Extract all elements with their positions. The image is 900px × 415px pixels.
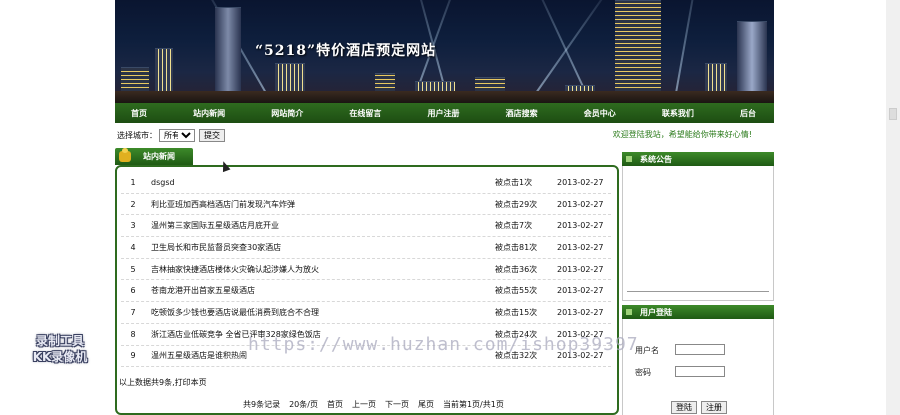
pager-total: 共9条记录	[243, 400, 281, 409]
pager-last-link[interactable]: 尾页	[418, 399, 434, 410]
news-title-link[interactable]: 苍南龙港开出首家五星级酒店	[145, 285, 495, 296]
table-row: 4 卫生局长和市民监督员突查30家酒店 被点击81次 2013-02-27	[121, 237, 611, 259]
click-count: 被点击1次	[495, 177, 533, 187]
news-date: 2013-02-27	[557, 177, 604, 187]
news-title-link[interactable]: 吉林抽家快捷酒店楼体火灾确认起涉嫌人为放火	[145, 264, 495, 275]
row-number: 7	[130, 307, 136, 317]
login-title: 用户登陆	[640, 307, 672, 317]
password-field[interactable]	[675, 366, 725, 377]
news-date: 2013-02-27	[557, 286, 604, 296]
row-number: 6	[130, 286, 136, 296]
url-watermark: https://www.huzhan.com/ishop39397	[248, 334, 639, 355]
nav-item-register[interactable]: 用户注册	[428, 108, 460, 119]
click-count: 被点击81次	[495, 242, 538, 252]
submit-button[interactable]: 提交	[199, 128, 225, 142]
row-number: 2	[130, 199, 136, 209]
table-row: 5 吉林抽家快捷酒店楼体火灾确认起涉嫌人为放火 被点击36次 2013-02-2…	[121, 259, 611, 281]
row-number: 1	[130, 177, 136, 187]
click-count: 被点击15次	[495, 307, 538, 317]
pager-page-size: 20条/页	[289, 400, 318, 409]
sidebar: 系统公告 用户登陆 用户名 密码 登陆 注册	[622, 152, 774, 415]
pagination: 共9条记录 20条/页 首页 上一页 下一页 尾页 当前第1页/共1页	[243, 399, 504, 410]
password-label: 密码	[635, 368, 651, 377]
nav-item-about[interactable]: 网站简介	[271, 108, 303, 119]
login-button[interactable]: 登陆	[671, 401, 697, 414]
vertical-scrollbar[interactable]	[886, 0, 900, 415]
row-number: 3	[130, 221, 136, 231]
click-count: 被点击7次	[495, 221, 533, 231]
nav-item-guestbook[interactable]: 在线留言	[349, 108, 381, 119]
click-count: 被点击29次	[495, 199, 538, 209]
news-date: 2013-02-27	[557, 221, 604, 231]
click-count: 被点击55次	[495, 286, 538, 296]
news-date: 2013-02-27	[557, 307, 604, 317]
login-header: 用户登陆	[622, 305, 774, 319]
main-nav: 首页 站内新闻 网站简介 在线留言 用户注册 酒店搜索 会员中心 联系我们 后台	[115, 103, 774, 123]
nav-item-hotel-search[interactable]: 酒店搜索	[506, 108, 538, 119]
row-number: 4	[130, 242, 136, 252]
recorder-line-1: 录制工具	[35, 334, 84, 348]
table-row: 7 吃顿饭多少钱也要酒店说最低消费到底合不合理 被点击15次 2013-02-2…	[121, 302, 611, 324]
news-title-link[interactable]: 卫生局长和市民监督员突查30家酒店	[145, 242, 495, 253]
divider	[627, 291, 769, 292]
pager-current: 当前第1页/共1页	[442, 400, 504, 409]
nav-item-home[interactable]: 首页	[131, 108, 147, 119]
hero-banner: “5218”特价酒店预定网站	[115, 0, 774, 103]
login-form: 用户名 密码 登陆 注册	[622, 319, 774, 415]
pager-prev-link[interactable]: 上一页	[352, 399, 376, 410]
nav-item-admin[interactable]: 后台	[740, 108, 756, 119]
people-icon	[119, 148, 131, 162]
notice-title: 系统公告	[640, 154, 672, 164]
news-title-link[interactable]: 利比亚班加西高档酒店门前发现汽车炸弹	[145, 199, 495, 210]
bullet-icon	[626, 156, 632, 162]
news-date: 2013-02-27	[557, 242, 604, 252]
click-count: 被点击36次	[495, 264, 538, 274]
nav-item-contact[interactable]: 联系我们	[662, 108, 694, 119]
news-title-link[interactable]: 吃顿饭多少钱也要酒店说最低消费到底合不合理	[145, 307, 495, 318]
login-box: 用户登陆 用户名 密码 登陆 注册	[622, 305, 774, 415]
recorder-watermark: 录制工具 KK录像机	[20, 333, 100, 365]
list-summary: 以上数据共9条,打印本页	[119, 378, 207, 387]
welcome-message: 欢迎登陆我站，希望能给你带来好心情!	[612, 130, 752, 139]
news-title-link[interactable]: 温州第三家国际五星级酒店月底开业	[145, 220, 495, 231]
news-tab: 站内新闻	[115, 148, 193, 165]
news-date: 2013-02-27	[557, 264, 604, 274]
nav-item-news[interactable]: 站内新闻	[193, 108, 225, 119]
news-title-link[interactable]: dsgsd	[145, 178, 495, 187]
news-date: 2013-02-27	[557, 199, 604, 209]
table-row: 2 利比亚班加西高档酒店门前发现汽车炸弹 被点击29次 2013-02-27	[121, 194, 611, 216]
nav-item-member-center[interactable]: 会员中心	[584, 108, 616, 119]
pager-next-link[interactable]: 下一页	[385, 399, 409, 410]
city-select[interactable]: 所有	[159, 128, 195, 142]
pager-first-link[interactable]: 首页	[327, 399, 343, 410]
register-button[interactable]: 注册	[701, 401, 727, 414]
news-panel: 站内新闻 1 dsgsd 被点击1次 2013-02-27 2 利比亚班加西高档…	[115, 148, 619, 415]
row-number: 8	[130, 329, 136, 339]
row-number: 5	[130, 264, 136, 274]
username-field[interactable]	[675, 344, 725, 355]
recorder-line-2: KK录像机	[32, 350, 88, 364]
scrollbar-thumb[interactable]	[889, 108, 897, 120]
table-row: 3 温州第三家国际五星级酒店月底开业 被点击7次 2013-02-27	[121, 215, 611, 238]
notice-header: 系统公告	[622, 152, 774, 166]
table-row: 1 dsgsd 被点击1次 2013-02-27	[121, 172, 611, 194]
site-title: “5218”特价酒店预定网站	[255, 43, 437, 59]
bullet-icon	[626, 309, 632, 315]
city-search-bar: 选择城市： 所有 提交 欢迎登陆我站，希望能给你带来好心情!	[115, 124, 774, 146]
row-number: 9	[130, 351, 136, 361]
city-label: 选择城市：	[117, 130, 157, 140]
table-row: 6 苍南龙港开出首家五星级酒店 被点击55次 2013-02-27	[121, 280, 611, 303]
notice-body	[622, 166, 774, 301]
news-tab-label: 站内新闻	[143, 152, 175, 161]
